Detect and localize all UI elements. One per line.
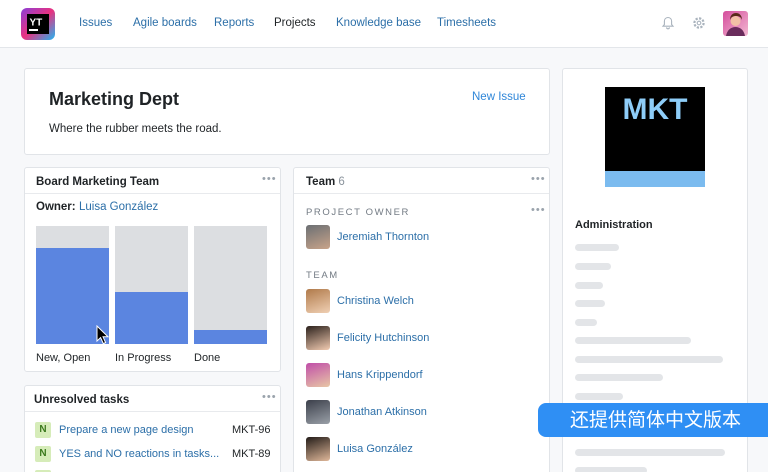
task-title-link[interactable]: YES and NO reactions in tasks... [59,448,227,460]
top-navigation-bar: YT Issues Agile boards Reports Projects … [0,0,768,48]
project-header-card: Marketing Dept Where the rubber meets th… [24,68,550,155]
divider [25,411,280,412]
project-logo: MKT [605,87,705,187]
team-member[interactable]: Hans Krippendorf [306,363,536,389]
state-badge: N [35,422,51,438]
project-owner-heading: PROJECT OWNER [306,207,411,218]
team-heading: TEAM [306,270,339,281]
language-banner[interactable]: 还提供简体中文版本 [538,403,768,437]
skeleton-line [575,263,611,270]
team-member[interactable]: Christina Welch [306,289,536,315]
nav-issues[interactable]: Issues [79,17,112,29]
board-title[interactable]: Board Marketing Team [36,176,159,188]
member-name[interactable]: Felicity Hutchinson [337,332,429,344]
team-count: 6 [338,176,345,188]
team-member[interactable]: Luisa González [306,437,536,463]
logo-text: YT [30,18,43,29]
state-badge: N [35,446,51,462]
more-options-icon[interactable]: ••• [531,173,546,185]
member-name[interactable]: Hans Krippendorf [337,369,423,381]
member-avatar [306,225,330,249]
member-avatar [306,289,330,313]
skeleton-line [575,449,725,456]
bell-icon[interactable] [661,16,675,30]
skeleton-line [575,467,647,472]
member-name[interactable]: Jeremiah Thornton [337,231,429,243]
mouse-cursor-icon [96,324,110,345]
user-avatar[interactable] [723,11,748,36]
administration-heading: Administration [575,219,653,231]
task-id[interactable]: MKT-96 [232,424,271,436]
skeleton-line [575,337,691,344]
skeleton-line [575,244,619,251]
unresolved-tasks-widget: Unresolved tasks ••• N Prepare a new pag… [24,385,281,472]
member-avatar [306,326,330,350]
new-issue-button[interactable]: New Issue [472,91,526,103]
owner-label: Owner: [36,201,76,213]
board-column[interactable] [115,226,188,344]
member-avatar [306,400,330,424]
column-label: In Progress [115,352,172,364]
gear-icon[interactable] [692,16,706,30]
member-name[interactable]: Jonathan Atkinson [337,406,427,418]
member-name[interactable]: Luisa González [337,443,413,455]
skeleton-line [575,282,603,289]
skeleton-line [575,300,605,307]
nav-agile-boards[interactable]: Agile boards [133,17,197,29]
nav-knowledge-base[interactable]: Knowledge base [336,17,421,29]
task-row[interactable]: N YES and NO reactions in tasks... MKT-8… [35,446,275,464]
team-member[interactable]: Felicity Hutchinson [306,326,536,352]
project-owner[interactable]: Jeremiah Thornton [306,225,536,251]
tasks-title: Unresolved tasks [34,394,130,406]
team-title-text: Team [306,176,336,188]
task-title-link[interactable]: Prepare a new page design [59,424,227,436]
project-logo-text: MKT [622,93,688,126]
nav-timesheets[interactable]: Timesheets [437,17,496,29]
owner-link[interactable]: Luisa González [79,201,158,213]
board-widget: Board Marketing Team ••• Owner: Luisa Go… [24,167,281,372]
project-description: Where the rubber meets the road. [49,123,222,135]
column-fill-bar [115,292,188,344]
nav-reports[interactable]: Reports [214,17,254,29]
more-options-icon[interactable]: ••• [262,173,277,185]
youtrack-logo[interactable]: YT [21,8,55,40]
skeleton-line [575,356,723,363]
team-member[interactable]: Jonathan Atkinson [306,400,536,426]
team-title: Team 6 [306,176,345,188]
member-avatar [306,363,330,387]
nav-projects[interactable]: Projects [274,17,316,29]
skeleton-line [575,374,663,381]
logo-accent-bar [605,171,705,187]
task-id[interactable]: MKT-89 [232,448,271,460]
member-avatar [306,437,330,461]
more-options-icon[interactable]: ••• [262,391,277,403]
project-title: Marketing Dept [49,89,180,109]
column-label: Done [194,352,221,364]
member-name[interactable]: Christina Welch [337,295,414,307]
column-label: New, Open [36,352,91,364]
skeleton-line [575,393,623,400]
column-fill-bar [194,330,267,344]
divider [294,193,549,194]
task-row[interactable]: N Prepare a new page design MKT-96 [35,422,275,440]
board-column[interactable] [194,226,267,344]
divider [25,193,280,194]
more-options-icon[interactable]: ••• [531,204,546,216]
skeleton-line [575,319,597,326]
team-widget: Team 6 ••• PROJECT OWNER ••• Jeremiah Th… [293,167,550,472]
